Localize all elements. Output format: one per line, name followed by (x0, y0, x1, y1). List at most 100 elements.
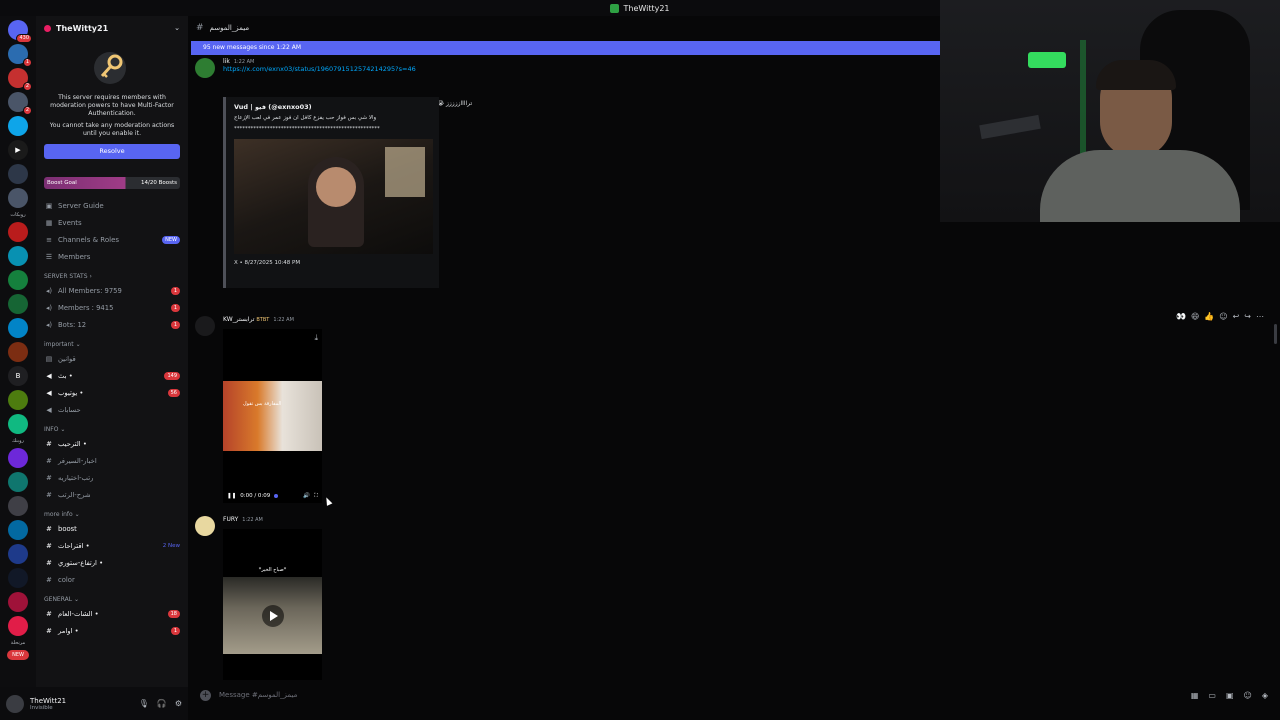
server-icon[interactable] (8, 164, 28, 184)
sticker-icon[interactable]: ▣ (1226, 691, 1234, 700)
message-input[interactable]: Message #ميمز_الموسم (219, 691, 297, 699)
plus-icon[interactable]: + (200, 689, 211, 701)
nav-members[interactable]: ☰ Members (36, 248, 188, 265)
channel-item[interactable]: # اوامر • 1 (36, 622, 188, 639)
fullscreen-icon[interactable]: ⛶ (314, 493, 318, 500)
embed-image[interactable] (234, 139, 433, 254)
server-header[interactable]: TheWitty21 ⌄ (36, 16, 188, 40)
server-icon[interactable] (8, 188, 28, 208)
add-reaction-icon[interactable]: ☺ (1219, 312, 1227, 321)
server-icon[interactable] (8, 544, 28, 564)
chevron-down-icon: ⌄ (174, 24, 180, 32)
channel-item[interactable]: # رتب-اختياريه (36, 469, 188, 486)
channel-item[interactable]: ◂) All Members: 9759 1 (36, 282, 188, 299)
channel-item[interactable]: # اقتراحات • 2 New (36, 537, 188, 554)
server-icon[interactable] (8, 496, 28, 516)
channel-item[interactable]: ◂) Bots: 12 1 (36, 316, 188, 333)
server-icon[interactable]: 2 (8, 68, 32, 91)
channel-item[interactable]: ◀ يوتيوب • 56 (36, 384, 188, 401)
channel-item[interactable]: ◀ بث • 149 (36, 367, 188, 384)
channel-item[interactable]: ▤ قوانين (36, 350, 188, 367)
server-icon[interactable]: B (8, 366, 28, 386)
server-icon[interactable] (8, 592, 28, 612)
channel-item[interactable]: # الشات-العام • 18 (36, 605, 188, 622)
apps-icon[interactable]: ◈ (1262, 691, 1268, 700)
avatar[interactable] (195, 58, 215, 78)
pause-icon[interactable]: ❚❚ (227, 493, 236, 499)
server-icon[interactable] (8, 568, 28, 588)
download-icon[interactable]: ⤓ (314, 333, 318, 343)
emoji-icon[interactable]: ☺ (1244, 691, 1252, 700)
boost-goal-bar[interactable]: Boost Goal 14/20 Boosts (44, 177, 180, 189)
server-icon[interactable] (8, 116, 28, 136)
user-tag: BTBT (256, 317, 270, 323)
message-link[interactable]: https://x.com/exnx03/status/196079151257… (223, 65, 416, 73)
forward-icon[interactable]: ↪ (1244, 312, 1251, 321)
category-important[interactable]: important ⌄ (36, 333, 188, 350)
server-icon[interactable] (8, 294, 28, 314)
channel-item[interactable]: # boost (36, 520, 188, 537)
microphone-icon[interactable]: 🎙 (139, 699, 149, 708)
headphones-icon[interactable]: 🎧 (157, 699, 167, 708)
video-player[interactable]: *صباح الخير* (223, 529, 322, 680)
reply-icon[interactable]: ↩ (1233, 312, 1240, 321)
channel-item[interactable]: ◂) Members : 9415 1 (36, 299, 188, 316)
volume-icon[interactable]: 🔊 (303, 493, 310, 499)
video-caption: المفارقة بس تقول (243, 401, 282, 407)
channel-item[interactable]: # شرح-الرتب (36, 486, 188, 503)
channel-item[interactable]: # ارتفاع-ستوري • (36, 554, 188, 571)
hash-icon: # (46, 626, 52, 635)
gift-icon[interactable]: ▦ (1191, 691, 1199, 700)
gear-icon[interactable]: ⚙ (175, 699, 182, 708)
author-name[interactable]: lik (223, 58, 230, 65)
category-more-info[interactable]: more info ⌄ (36, 503, 188, 520)
video-player[interactable]: ⤓ المفارقة بس تقول ❚❚ 0:00 / 0:09 🔊 ⛶ (223, 329, 322, 503)
reaction-smile-icon[interactable]: 😄 (1191, 312, 1199, 321)
author-name[interactable]: FURY (223, 516, 238, 523)
server-icon[interactable] (8, 270, 28, 290)
nav-server-guide[interactable]: ▣ Server Guide (36, 197, 188, 214)
play-icon[interactable] (261, 604, 284, 627)
channel-item[interactable]: # اخبار-السيرفر (36, 452, 188, 469)
channel-item[interactable]: # color (36, 571, 188, 588)
home-server-icon[interactable]: 430 (8, 20, 32, 43)
category-info[interactable]: INFO ⌄ (36, 418, 188, 435)
server-icon[interactable] (8, 520, 28, 540)
author-name[interactable]: KW_ترابستر (223, 316, 254, 323)
server-icon[interactable]: 1 (8, 44, 32, 67)
server-icon[interactable]: ▶ (8, 140, 28, 160)
reaction-thumbs-icon[interactable]: 👍 (1204, 312, 1214, 321)
server-icon[interactable] (8, 616, 28, 636)
timestamp: 1:22 AM (273, 317, 294, 323)
hash-icon: # (196, 23, 204, 33)
category-general[interactable]: GENERAL ⌄ (36, 588, 188, 605)
category-server-stats[interactable]: SERVER STATS › (36, 265, 188, 282)
channel-item[interactable]: # الترحيب • (36, 435, 188, 452)
server-icon[interactable] (8, 222, 28, 242)
embed-author[interactable]: Vud | فيو (@exnxo03) (234, 103, 431, 111)
gif-icon[interactable]: ▭ (1208, 691, 1216, 700)
progress-dot[interactable] (274, 494, 279, 498)
nav-channels-roles[interactable]: ≡ Channels & Roles NEW (36, 231, 188, 248)
new-messages-banner[interactable]: 95 new messages since 1:22 AM (191, 41, 940, 55)
server-icon[interactable] (8, 414, 28, 434)
server-icon[interactable] (8, 318, 28, 338)
server-icon[interactable] (8, 390, 28, 410)
nav-events[interactable]: ▦ Events (36, 214, 188, 231)
avatar[interactable] (195, 316, 215, 336)
server-icon[interactable]: 2 (8, 92, 32, 115)
server-icon[interactable] (8, 472, 28, 492)
reaction-eyes-icon[interactable]: 👀 (1176, 312, 1186, 321)
resolve-button[interactable]: Resolve (44, 144, 180, 159)
calendar-icon: ▦ (45, 218, 53, 227)
avatar[interactable] (6, 694, 24, 713)
channel-item[interactable]: ◀ حسابات (36, 401, 188, 418)
more-icon[interactable]: ⋯ (1256, 312, 1264, 321)
avatar[interactable] (195, 516, 215, 536)
server-label: مرنحلة (10, 640, 26, 646)
scrollbar[interactable] (1274, 324, 1277, 344)
server-icon[interactable] (8, 342, 28, 362)
hash-icon: # (46, 609, 52, 618)
server-icon[interactable] (8, 246, 28, 266)
server-icon[interactable] (8, 448, 28, 468)
